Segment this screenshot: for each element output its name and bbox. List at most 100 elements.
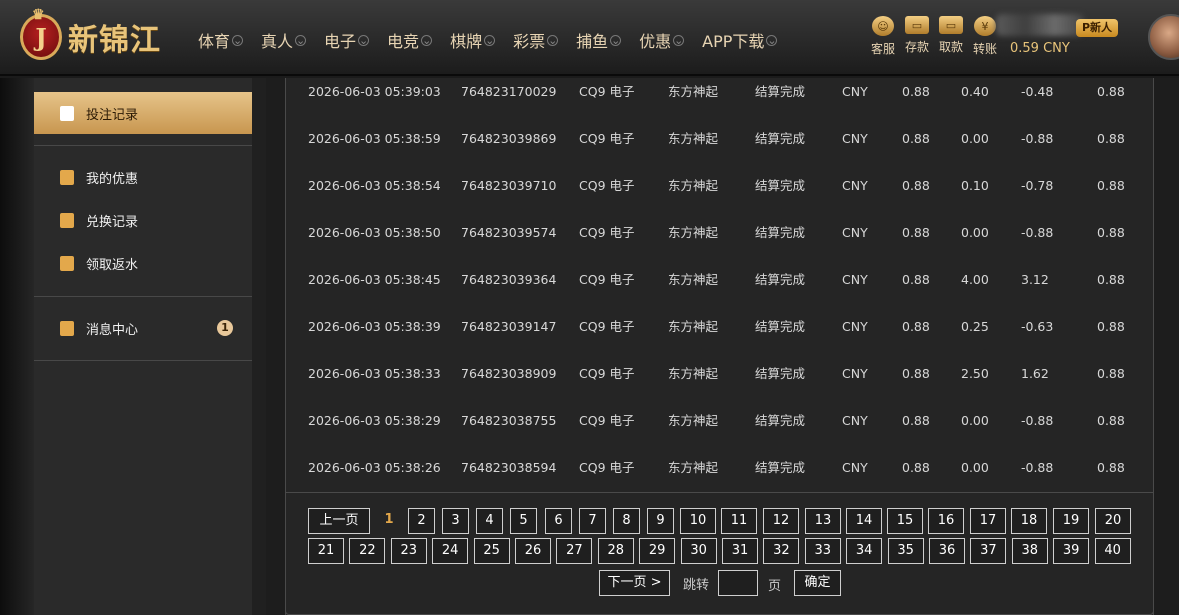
page-button[interactable]: 37: [970, 538, 1007, 564]
table-cell: 0.88: [1097, 84, 1125, 99]
nav-item[interactable]: 彩票 ⌄: [513, 28, 559, 52]
table-cell: 3.12: [1021, 272, 1049, 287]
sidebar-item-gift[interactable]: 我的优惠: [34, 159, 252, 195]
page-button[interactable]: 15: [887, 508, 923, 534]
nav-item-label: 彩票: [513, 32, 546, 51]
page-button[interactable]: 4: [476, 508, 503, 534]
page-button[interactable]: 20: [1095, 508, 1131, 534]
page-button[interactable]: 27: [556, 538, 593, 564]
page-button[interactable]: 25: [473, 538, 510, 564]
table-cell: -0.88: [1021, 131, 1054, 146]
clipboard-icon: [60, 255, 74, 271]
table-cell: 0.00: [961, 131, 989, 146]
page-button[interactable]: 2: [408, 508, 435, 534]
action-label: 转账: [972, 42, 997, 56]
jump-page-input[interactable]: [718, 570, 758, 596]
page-button[interactable]: 22: [349, 538, 386, 564]
table-cell: 结算完成: [755, 84, 806, 99]
nav-item[interactable]: APP下载 ⌄: [702, 28, 778, 52]
nav-item-label: 捕鱼: [576, 32, 609, 51]
page-button[interactable]: 21: [308, 538, 344, 564]
table-cell: 0.88: [1097, 366, 1125, 381]
table-cell: CQ9 电子: [579, 225, 635, 240]
prev-page-button[interactable]: 上一页: [308, 508, 370, 534]
page-button[interactable]: 14: [846, 508, 882, 534]
page-button[interactable]: 19: [1053, 508, 1089, 534]
table-row: 2026-06-03 05:38:29 764823038755 CQ9 电子 东方神…: [286, 407, 1155, 454]
nav-item[interactable]: 棋牌 ⌄: [450, 28, 496, 52]
page-button[interactable]: 34: [846, 538, 883, 564]
nav-item[interactable]: 真人 ⌄: [261, 28, 307, 52]
table-cell: 764823170029: [461, 84, 557, 99]
page-button[interactable]: 13: [805, 508, 841, 534]
page-button[interactable]: 17: [970, 508, 1006, 534]
nav-item-label: 优惠: [639, 32, 672, 51]
page-button[interactable]: 31: [722, 538, 758, 564]
table-cell: 0.88: [902, 178, 930, 193]
page-button[interactable]: 36: [929, 538, 965, 564]
document-icon: [60, 105, 74, 121]
page-button[interactable]: 23: [390, 538, 427, 564]
nav-item[interactable]: 电竞 ⌄: [387, 28, 433, 52]
sidebar-item-money-bag[interactable]: 兑换记录: [34, 202, 252, 238]
withdraw-icon: ▭: [939, 16, 963, 34]
table-row: 2026-06-03 05:38:45 764823039364 CQ9 电子 东方神…: [286, 266, 1155, 313]
page-button[interactable]: 11: [721, 508, 757, 534]
table-cell: 2026-06-03 05:38:50: [308, 225, 441, 240]
vip-badge[interactable]: P新人: [1076, 19, 1119, 37]
table-cell: 结算完成: [755, 272, 806, 287]
nav-item[interactable]: 电子 ⌄: [324, 28, 370, 52]
table-cell: 东方神起: [668, 84, 719, 99]
sidebar-item-document[interactable]: 投注记录: [34, 92, 252, 134]
page-button[interactable]: 9: [647, 508, 674, 534]
table-cell: 0.88: [902, 225, 930, 240]
page-button[interactable]: 38: [1011, 538, 1048, 564]
confirm-jump-button[interactable]: 确定: [794, 570, 841, 596]
gift-icon: [60, 169, 74, 185]
page-button[interactable]: 10: [680, 508, 716, 534]
table-cell: 0.25: [961, 319, 989, 334]
sidebar-item-clipboard[interactable]: 领取返水: [34, 245, 252, 281]
action-customer-service[interactable]: ☺ 客服: [866, 16, 900, 57]
site-logo[interactable]: ♛ J 新锦江: [20, 7, 161, 64]
page-button[interactable]: 40: [1094, 538, 1131, 564]
page-button[interactable]: 33: [804, 538, 841, 564]
page-button[interactable]: 5: [510, 508, 537, 534]
sidebar-gap: [252, 78, 266, 615]
chevron-down-icon: ⌄: [766, 33, 778, 47]
page-button[interactable]: 12: [763, 508, 799, 534]
sidebar-divider: [34, 360, 252, 361]
table-cell: 0.88: [1097, 413, 1125, 428]
page-button[interactable]: 26: [515, 538, 551, 564]
action-wallet[interactable]: ▭ 存款: [900, 16, 934, 57]
table-cell: 0.88: [902, 366, 930, 381]
table-cell: CQ9 电子: [579, 413, 635, 428]
page-button[interactable]: 35: [887, 538, 924, 564]
page-button[interactable]: 3: [442, 508, 469, 534]
page-button[interactable]: 24: [432, 538, 469, 564]
page-button[interactable]: 8: [613, 508, 640, 534]
nav-item[interactable]: 优惠 ⌄: [639, 28, 685, 52]
page-button[interactable]: 7: [579, 508, 606, 534]
avatar[interactable]: [1148, 14, 1179, 60]
sidebar-item-bell[interactable]: 消息中心 1: [34, 310, 252, 346]
page-button-current[interactable]: 1: [378, 508, 400, 534]
page-button[interactable]: 39: [1053, 538, 1090, 564]
page-button[interactable]: 6: [545, 508, 572, 534]
chevron-down-icon: ⌄: [547, 33, 559, 47]
page-button[interactable]: 30: [680, 538, 717, 564]
chevron-down-icon: ⌄: [484, 33, 496, 47]
page-button[interactable]: 29: [639, 538, 676, 564]
page-button[interactable]: 32: [763, 538, 800, 564]
table-cell: -0.88: [1021, 225, 1054, 240]
sidebar-divider: [34, 296, 252, 297]
table-cell: CQ9 电子: [579, 366, 635, 381]
next-page-button[interactable]: 下一页 >: [599, 570, 670, 596]
page-button[interactable]: 18: [1011, 508, 1047, 534]
action-withdraw[interactable]: ▭ 取款: [934, 16, 968, 57]
page-button[interactable]: 28: [597, 538, 634, 564]
nav-item[interactable]: 捕鱼 ⌄: [576, 28, 622, 52]
left-background: [0, 78, 34, 615]
page-button[interactable]: 16: [928, 508, 964, 534]
nav-item[interactable]: 体育 ⌄: [198, 28, 244, 52]
